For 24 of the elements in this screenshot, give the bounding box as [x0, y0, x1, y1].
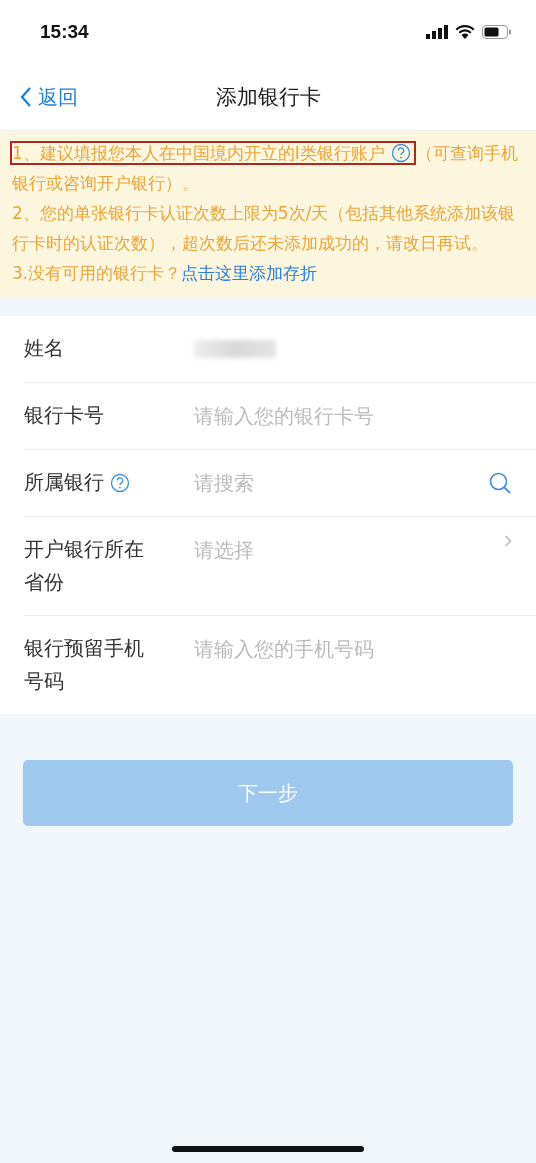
back-button[interactable]: 返回 [0, 83, 78, 111]
notice-text: 3.没有可用的银行卡？点击这里添加存折 [12, 262, 319, 285]
field-label: 姓名 [24, 335, 64, 362]
notice-text: 2、您的单张银行卡认证次数上限为5次/天（包括其他系统添加该银行卡时的认证次数），超次数后还未添加成功的，请改日再试。 [12, 202, 517, 255]
input-field[interactable]: 请输入您的银行卡号 [194, 403, 512, 428]
input-field[interactable]: 请输入您的手机号码 [194, 636, 512, 661]
chevron-left-icon [20, 86, 32, 108]
chevron-right-icon [504, 533, 512, 548]
search-icon[interactable] [488, 470, 512, 495]
select-field[interactable]: 请选择 [194, 537, 504, 562]
field-label: 开户银行所在省份 [24, 536, 145, 596]
search-field[interactable]: 请搜索 [194, 470, 488, 495]
battery-icon [482, 25, 512, 39]
wifi-icon [455, 25, 475, 39]
help-icon[interactable] [110, 472, 130, 493]
page-title: 添加银行卡 [215, 84, 321, 111]
field-label: 所属银行 [24, 469, 104, 496]
help-icon[interactable] [390, 143, 411, 163]
field-label: 银行预留手机号码 [24, 635, 145, 695]
notice-text: 1、建议填报您本人在中国境内开立的Ⅰ类银行账户 （可查询手机银行或咨询开户银行）。 [12, 140, 519, 195]
add-passbook-link[interactable]: 点击这里添加存折 [181, 263, 318, 283]
status-time: 15:34 [40, 21, 89, 43]
field-label: 银行卡号 [24, 402, 104, 429]
signal-icon [426, 25, 448, 39]
